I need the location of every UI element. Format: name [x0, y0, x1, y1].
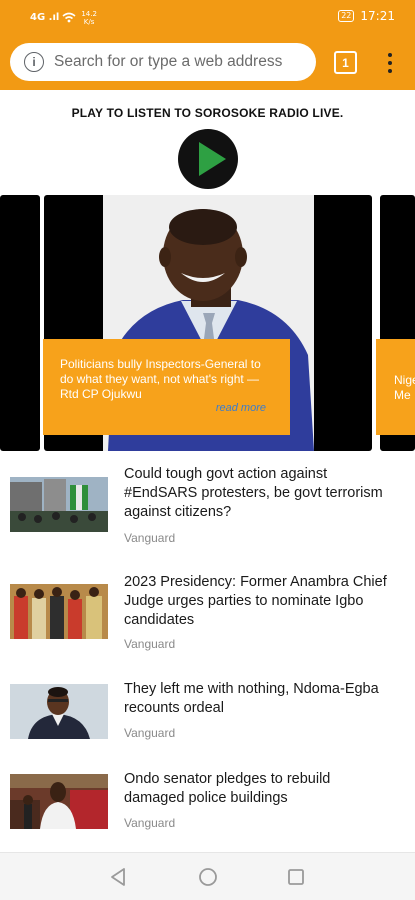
news-thumbnail[interactable] — [10, 477, 108, 532]
home-icon[interactable] — [196, 865, 220, 889]
url-input[interactable] — [54, 53, 294, 71]
news-title[interactable]: Ondo senator pledges to rebuild damaged … — [124, 770, 389, 808]
status-bar: 4G .ıl 14.2 K/s 22 17:21 — [0, 0, 415, 35]
slide-caption-text: Politicians bully Inspectors-General to … — [60, 357, 261, 401]
browser-toolbar: i 1 — [0, 35, 415, 90]
system-nav-bar — [0, 852, 415, 900]
news-source: Vanguard — [124, 637, 176, 651]
play-button[interactable] — [178, 129, 238, 189]
news-item[interactable]: Ondo senator pledges to rebuild damaged … — [0, 770, 415, 850]
news-source: Vanguard — [124, 726, 176, 740]
radio-label: PLAY TO LISTEN TO SOROSOKE RADIO LIVE. — [71, 106, 344, 120]
info-icon[interactable]: i — [24, 52, 44, 72]
news-thumbnail[interactable] — [10, 584, 108, 639]
speed-value: 14.2 — [81, 9, 97, 18]
news-thumbnail[interactable] — [10, 774, 108, 829]
news-item[interactable]: 2023 Presidency: Former Anambra Chief Ju… — [0, 573, 415, 653]
carousel-prev-slide[interactable] — [0, 195, 40, 451]
signal-icon: 4G .ıl — [30, 12, 60, 23]
recents-icon[interactable] — [284, 865, 308, 889]
wifi-icon — [62, 8, 76, 27]
tab-switcher-icon[interactable]: 1 — [334, 51, 357, 74]
clock: 17:21 — [360, 9, 395, 23]
url-bar[interactable]: i — [10, 43, 316, 81]
slide-caption[interactable]: Politicians bully Inspectors-General to … — [43, 339, 290, 435]
news-source: Vanguard — [124, 531, 176, 545]
news-title[interactable]: Could tough govt action against #EndSARS… — [124, 465, 389, 522]
status-right: 22 17:21 — [338, 9, 395, 23]
menu-icon[interactable] — [382, 50, 398, 76]
back-icon[interactable] — [107, 865, 131, 889]
speed-unit: K/s — [83, 17, 95, 26]
news-item[interactable]: They left me with nothing, Ndoma-Egba re… — [0, 680, 415, 760]
network-speed: 14.2 K/s — [81, 10, 97, 26]
battery-icon: 22 — [338, 10, 355, 22]
news-source: Vanguard — [124, 816, 176, 830]
news-carousel[interactable]: Politicians bully Inspectors-General to … — [0, 195, 415, 453]
next-slide-caption[interactable]: Nige Me — [376, 339, 415, 435]
news-title[interactable]: 2023 Presidency: Former Anambra Chief Ju… — [124, 573, 389, 630]
news-item[interactable]: Could tough govt action against #EndSARS… — [0, 465, 415, 545]
read-more-link[interactable]: read more — [216, 402, 266, 414]
news-thumbnail[interactable] — [10, 684, 108, 739]
news-title[interactable]: They left me with nothing, Ndoma-Egba re… — [124, 680, 389, 718]
play-icon — [199, 142, 226, 176]
status-left: 4G .ıl 14.2 K/s — [30, 8, 97, 27]
